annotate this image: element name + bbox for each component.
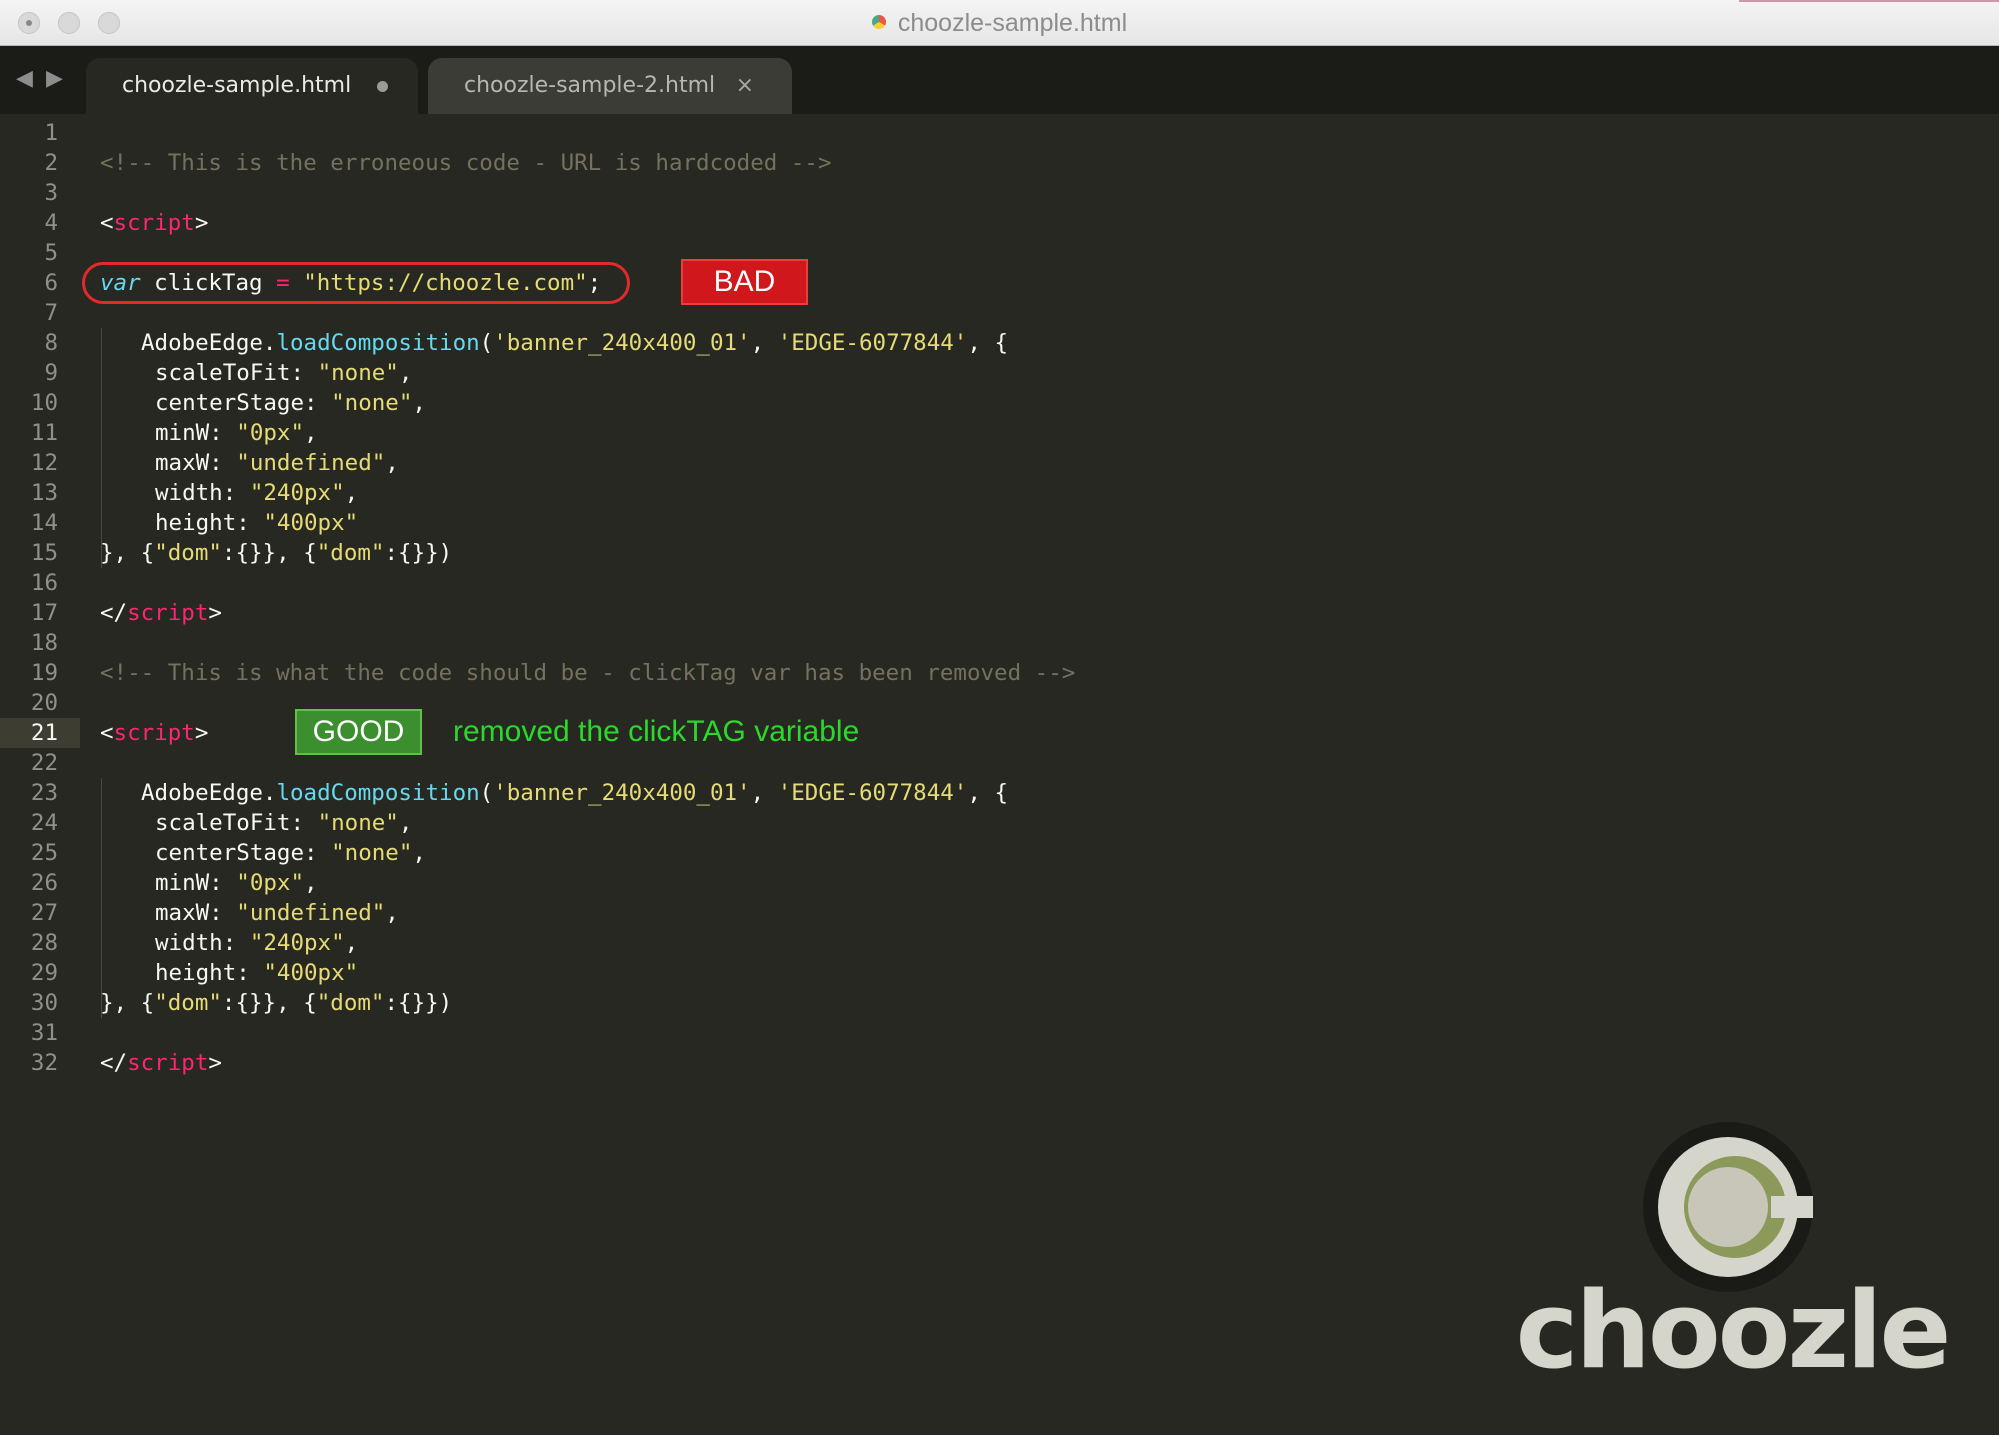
line-number: 19 [30,660,58,686]
line-number: 32 [30,1050,58,1076]
line-number: 15 [30,540,58,566]
titlebar-accent [1739,0,1999,2]
choozle-wordmark: choozle [1515,1269,1952,1392]
code-line: AdobeEdge.loadComposition('banner_240x40… [141,330,1008,356]
code-line: <script> [100,720,209,746]
bad-label: BAD [681,259,808,305]
line-number: 26 [30,870,58,896]
code-line: <script> [100,210,209,236]
code-line: height: "400px" [155,960,359,986]
code-line: width: "240px", [155,930,359,956]
line-number: 29 [30,960,58,986]
line-number: 11 [30,420,58,446]
line-number: 20 [30,690,58,716]
line-number: 22 [30,750,58,776]
code-line: minW: "0px", [155,420,318,446]
code-line: AdobeEdge.loadComposition('banner_240x40… [141,780,1008,806]
line-number: 28 [30,930,58,956]
code-line: }, {"dom":{}}, {"dom":{}}) [100,540,453,566]
line-number: 7 [44,300,58,326]
line-number: 5 [44,240,58,266]
code-line: height: "400px" [155,510,359,536]
title-bar: choozle-sample.html [0,0,1999,46]
code-line: scaleToFit: "none", [155,810,413,836]
window-title-text: choozle-sample.html [897,9,1128,37]
code-comment: <!-- This is what the code should be - c… [100,660,1076,686]
line-number: 30 [30,990,58,1016]
tab-choozle-sample[interactable]: choozle-sample.html [86,58,418,114]
line-number: 6 [44,270,58,296]
bad-code-highlight-oval [82,262,630,304]
tab-label: choozle-sample.html [122,73,352,98]
line-number: 1 [44,120,58,146]
good-label: GOOD [295,709,422,755]
tab-choozle-sample-2[interactable]: choozle-sample-2.html × [428,58,792,114]
line-number: 9 [44,360,58,386]
line-number: 14 [30,510,58,536]
tab-back-icon[interactable]: ◀ [16,66,33,91]
choozle-logo-icon [1643,1122,1813,1292]
line-number: 4 [44,210,58,236]
line-number: 2 [44,150,58,176]
line-number: 10 [30,390,58,416]
tab-bar: ◀ ▶ choozle-sample.html choozle-sample-2… [0,46,1999,114]
code-line: scaleToFit: "none", [155,360,413,386]
code-line: centerStage: "none", [155,390,426,416]
line-number: 24 [30,810,58,836]
line-number: 23 [30,780,58,806]
code-line: width: "240px", [155,480,359,506]
code-line: </script> [100,600,222,626]
line-number: 25 [30,840,58,866]
good-note: removed the clickTAG variable [453,715,860,748]
line-number: 16 [30,570,58,596]
line-number: 3 [44,180,58,206]
line-number: 31 [30,1020,58,1046]
code-line: }, {"dom":{}}, {"dom":{}}) [100,990,453,1016]
document-icon [871,15,886,30]
line-number: 8 [44,330,58,356]
line-number: 13 [30,480,58,506]
editor-window: choozle-sample.html ◀ ▶ choozle-sample.h… [0,0,1999,1435]
modified-dot-icon[interactable] [377,81,388,92]
line-number: 12 [30,450,58,476]
code-line: minW: "0px", [155,870,318,896]
line-number-current: 21 [30,720,58,746]
code-comment: <!-- This is the erroneous code - URL is… [100,150,832,176]
code-line: maxW: "undefined", [155,900,399,926]
window-title: choozle-sample.html [0,9,1999,38]
line-number: 18 [30,630,58,656]
line-number: 27 [30,900,58,926]
line-number: 17 [30,600,58,626]
code-line: </script> [100,1050,222,1076]
code-line: maxW: "undefined", [155,450,399,476]
close-tab-icon[interactable]: × [736,58,754,114]
tab-forward-icon[interactable]: ▶ [46,66,63,91]
code-line: centerStage: "none", [155,840,426,866]
tab-label: choozle-sample-2.html [464,73,716,98]
